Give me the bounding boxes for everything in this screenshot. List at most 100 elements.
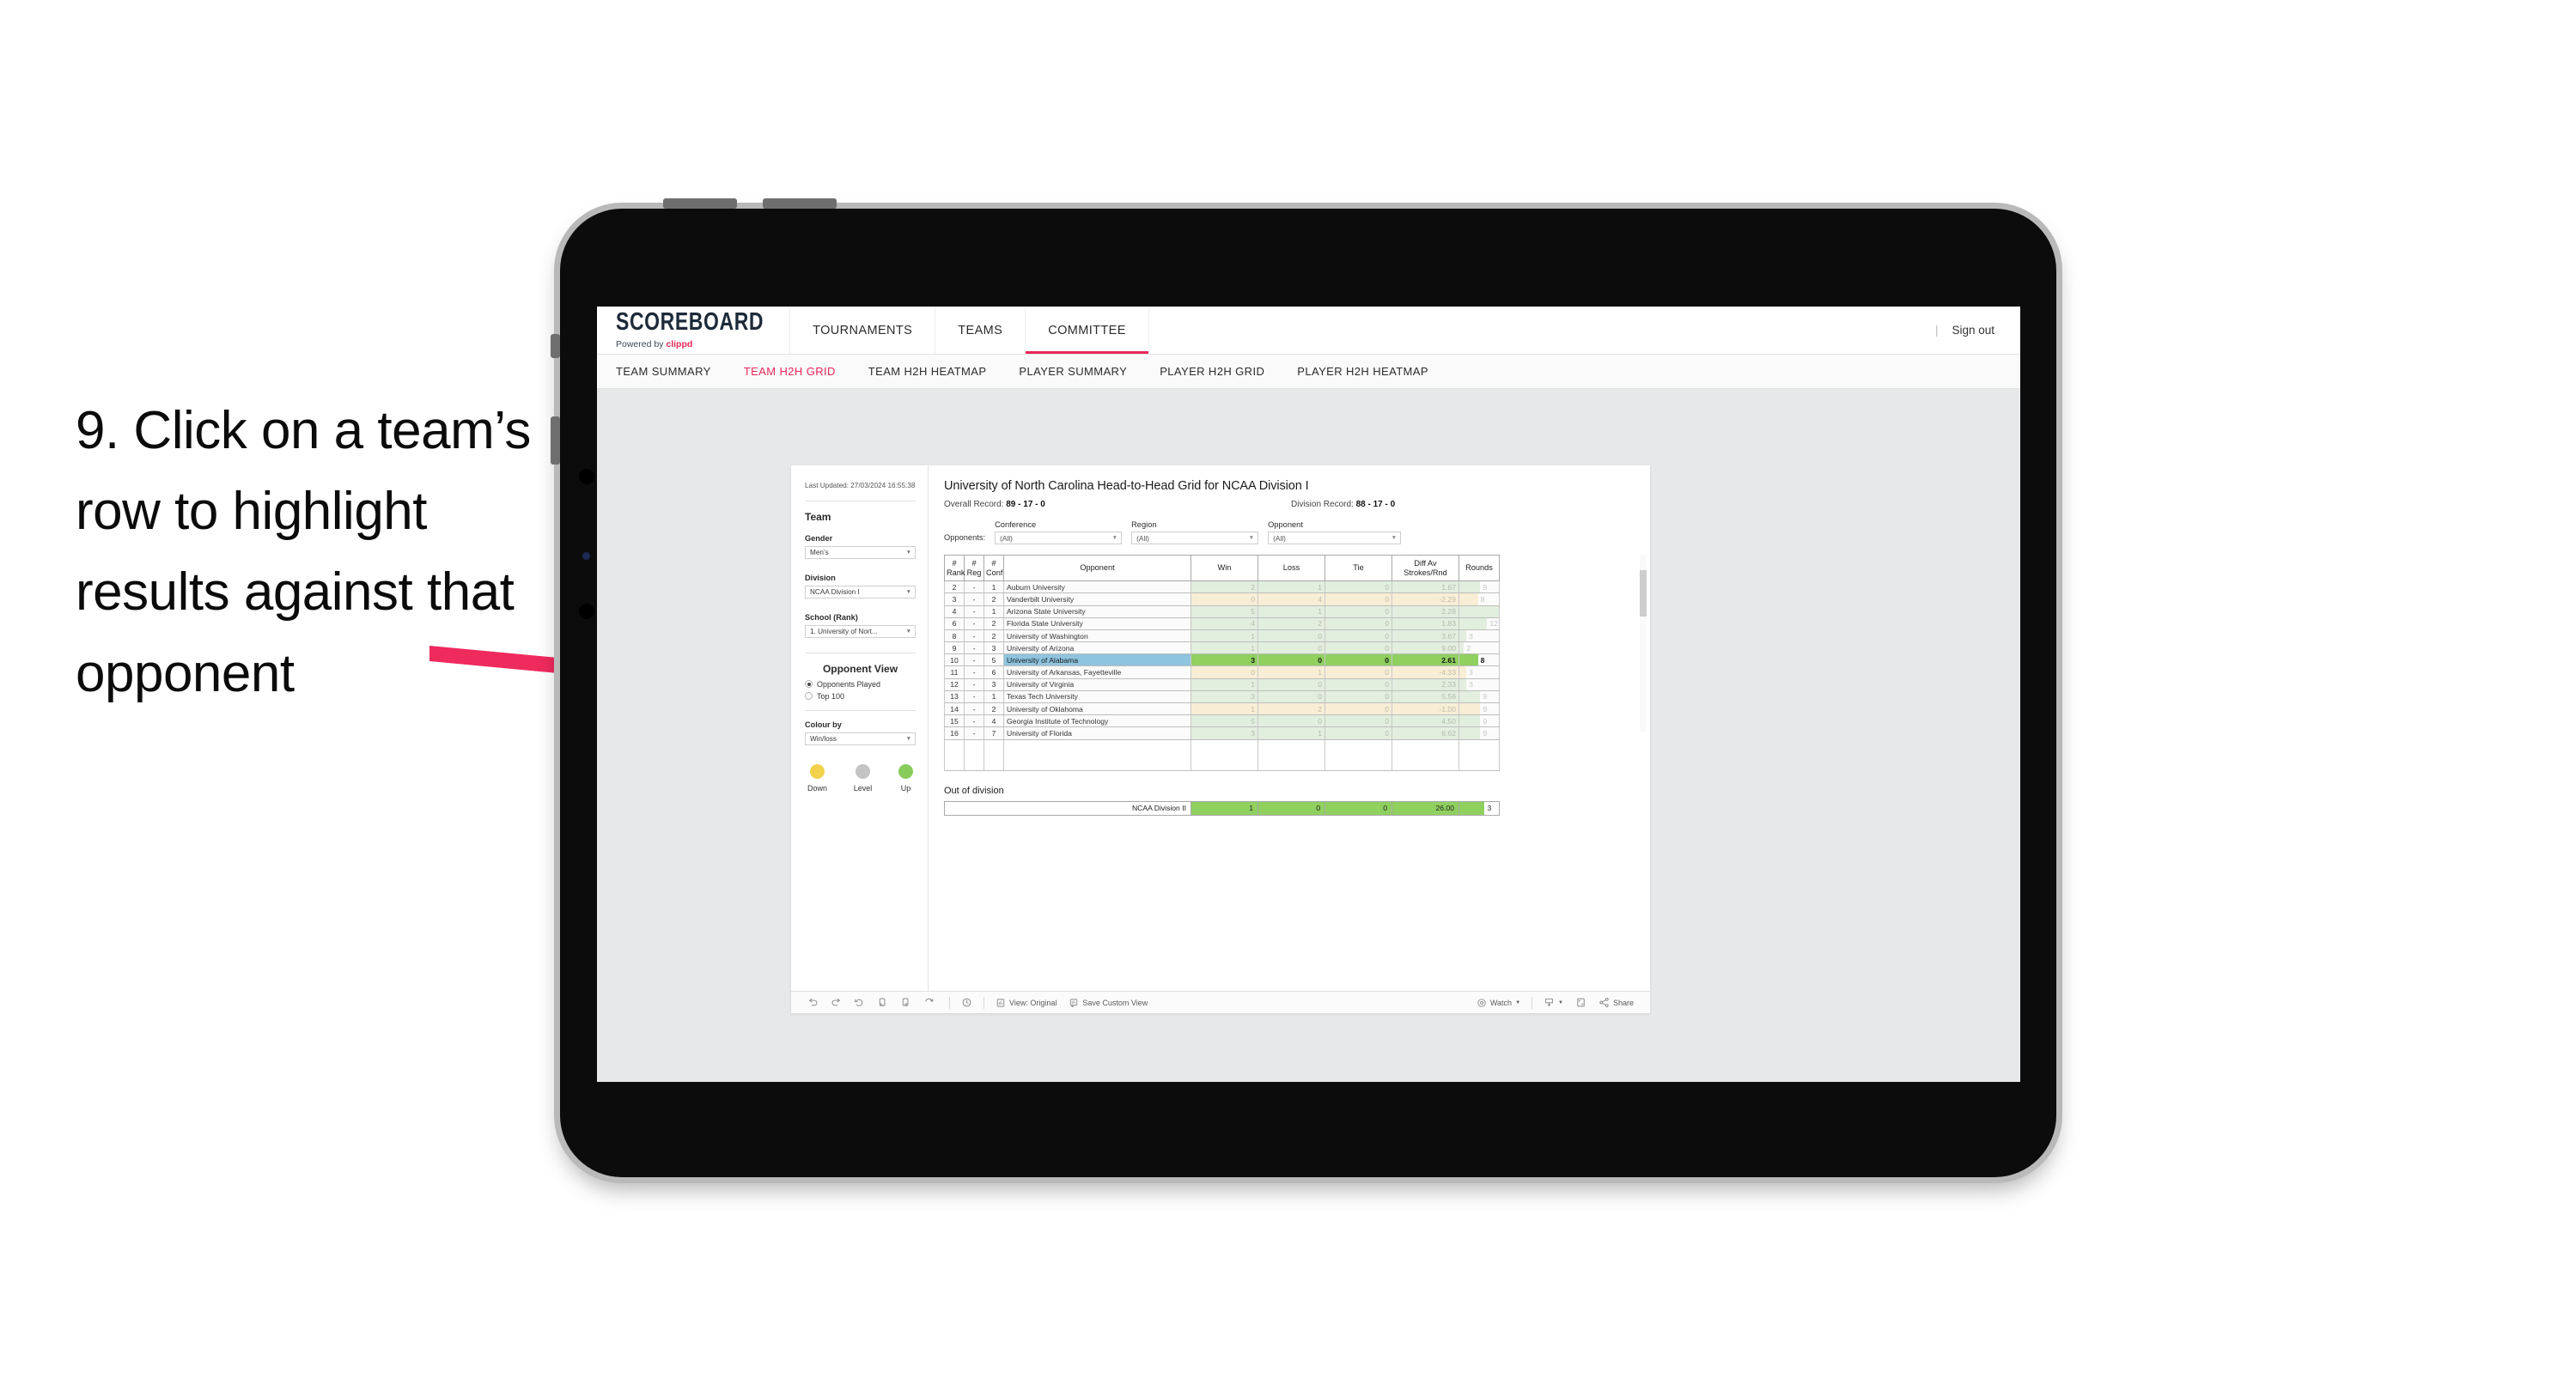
refresh-data-icon[interactable] <box>917 997 944 1008</box>
legend-label-level: Level <box>853 783 873 793</box>
table-row[interactable]: 12-3 University of Virginia 1 0 0 2.33 3 <box>944 677 1500 691</box>
cell-tie: 0 <box>1325 665 1392 679</box>
table-row[interactable]: 11-6 University of Arkansas, Fayetteville… <box>944 665 1500 679</box>
tab-player-h2h-grid[interactable]: PLAYER H2H GRID <box>1160 365 1264 378</box>
camera-lens-top <box>579 469 594 484</box>
cell-reg: - <box>964 641 984 655</box>
cell-reg: - <box>964 665 984 679</box>
rounds-value: 2 <box>1466 643 1471 653</box>
cell-rank: 8 <box>944 629 965 643</box>
tab-team-h2h-heatmap[interactable]: TEAM H2H HEATMAP <box>868 365 987 378</box>
chevron-down-icon: ▼ <box>905 549 911 556</box>
table-row[interactable]: 10-5 University of Alabama 3 0 0 2.61 8 <box>944 653 1500 667</box>
radio-top-100[interactable]: Top 100 <box>805 692 916 701</box>
colour-by-select[interactable]: Win/loss ▼ <box>805 732 916 745</box>
table-row[interactable]: 6-2 Florida State University 4 2 0 1.83 12 <box>944 617 1500 630</box>
brand-title: SCOREBOARD <box>616 307 764 335</box>
division-select[interactable]: NCAA Division I ▼ <box>805 585 916 598</box>
spacer-cell <box>1392 738 1459 771</box>
table-row[interactable]: 3-2 Vanderbilt University 0 4 0 -2.29 8 <box>944 592 1500 606</box>
tab-team-h2h-grid[interactable]: TEAM H2H GRID <box>744 365 836 378</box>
camera-lens-bottom <box>579 604 594 619</box>
cell-reg: - <box>964 653 984 667</box>
rounds-bar <box>1459 703 1481 714</box>
tab-team-summary[interactable]: TEAM SUMMARY <box>616 365 711 378</box>
table-row[interactable]: 15-4 Georgia Institute of Technology 5 0 0 4.… <box>944 714 1500 728</box>
share-button[interactable]: Share <box>1592 997 1640 1008</box>
region-filter-label: Region <box>1131 520 1157 529</box>
ood-rounds-value: 3 <box>1487 804 1492 813</box>
legend-dot-down <box>810 763 825 779</box>
table-row[interactable]: 4-1Arizona State University5102.2817 <box>944 604 1500 618</box>
nav-tournaments[interactable]: TOURNAMENTS <box>790 307 936 354</box>
column-header-tie[interactable]: Tie <box>1325 554 1392 582</box>
dashboard-canvas: Last Updated: 27/03/2024 16:55:38 Team G… <box>597 389 2020 1082</box>
watch-button[interactable]: Watch ▼ <box>1471 998 1526 1008</box>
opponent-filter-select[interactable]: (All) ▼ <box>1268 532 1402 544</box>
viz-toolbar: View: Original Save Custom View Watch ▼ ▼… <box>791 991 1650 1013</box>
fullscreen-button[interactable] <box>1569 997 1592 1008</box>
undo-icon[interactable] <box>801 997 825 1008</box>
rounds-bar <box>1459 715 1481 726</box>
nav-teams[interactable]: TEAMS <box>935 307 1026 354</box>
refresh-icon[interactable] <box>871 997 894 1008</box>
conference-filter: Conference (All) ▼ <box>995 520 1123 544</box>
radio-opponents-played[interactable]: Opponents Played <box>805 680 916 689</box>
column-header-win[interactable]: Win <box>1191 554 1258 582</box>
download-button[interactable]: ▼ <box>1538 997 1569 1008</box>
cell-rounds: 8 <box>1459 653 1500 667</box>
division-record: Division Record: 88 - 17 - 0 <box>1291 500 1638 509</box>
opponent-view-heading: Opponent View <box>822 662 898 675</box>
cell-conf: 6 <box>984 665 1004 679</box>
save-custom-view-button[interactable]: Save Custom View <box>1063 998 1154 1008</box>
nav-committee[interactable]: COMMITTEE <box>1026 307 1149 354</box>
pause-icon[interactable] <box>894 997 917 1008</box>
table-row[interactable]: 14-2 University of Oklahoma 1 2 0 -1.00 9 <box>944 702 1500 716</box>
cell-conf: 2 <box>984 592 1004 606</box>
legend-dot-up <box>898 763 913 779</box>
table-scrollbar[interactable] <box>1640 555 1647 732</box>
region-filter-select[interactable]: (All) ▼ <box>1131 532 1259 544</box>
cell-diff: 6.62 <box>1392 726 1459 740</box>
view-original-button[interactable]: View: Original <box>990 998 1063 1008</box>
table-row[interactable]: 9-3 University of Arizona 1 0 0 9.00 2 <box>944 641 1500 655</box>
column-header-conf[interactable]: # Conf <box>984 554 1004 582</box>
tab-player-summary[interactable]: PLAYER SUMMARY <box>1019 365 1127 378</box>
redo-icon[interactable] <box>825 997 848 1008</box>
gender-select[interactable]: Men’s ▼ <box>805 545 916 559</box>
share-label: Share <box>1612 998 1634 1007</box>
conference-filter-label: Conference <box>995 520 1037 529</box>
table-row[interactable]: 13-1 Texas Tech University 3 0 0 5.56 9 <box>944 689 1500 704</box>
legend-up: Up <box>898 763 913 793</box>
column-header-loss[interactable]: Loss <box>1258 554 1325 582</box>
column-header-opponent[interactable]: Opponent <box>1003 554 1191 582</box>
column-header-rounds[interactable]: Rounds <box>1459 554 1500 582</box>
legend-down: Down <box>807 763 827 793</box>
rounds-value: 3 <box>1469 680 1473 689</box>
tab-player-h2h-heatmap[interactable]: PLAYER H2H HEATMAP <box>1297 365 1428 378</box>
table-row[interactable]: NCAA Division II 1 0 0 26.00 3 <box>944 800 1500 816</box>
last-updated-text: Last Updated: 27/03/2024 16:55:38 <box>805 482 916 489</box>
table-row[interactable]: 16-7 University of Florida 3 1 0 6.62 9 <box>944 726 1500 740</box>
column-header-rank[interactable]: # Rank <box>944 554 965 582</box>
sign-out-link[interactable]: Sign out <box>1952 324 1994 337</box>
cell-diff: -2.29 <box>1392 592 1459 606</box>
rounds-value: 8 <box>1480 594 1485 604</box>
column-header-reg[interactable]: # Reg <box>964 554 984 582</box>
cell-diff: 2.33 <box>1392 677 1459 691</box>
pause-auto-updates-icon[interactable] <box>955 997 978 1008</box>
revert-icon[interactable] <box>848 997 871 1008</box>
grid-pane: University of North Carolina Head-to-Hea… <box>929 465 1650 991</box>
table-row[interactable]: 2-1 Auburn University 2 1 0 1.67 9 <box>944 580 1500 594</box>
chevron-down-icon: ▼ <box>905 628 911 635</box>
cell-diff: 1.67 <box>1392 580 1459 594</box>
gender-label: Gender <box>805 533 833 543</box>
table-scrollbar-thumb[interactable] <box>1640 570 1647 617</box>
conference-filter-select[interactable]: (All) ▼ <box>995 532 1123 544</box>
table-row[interactable]: 8-2 University of Washington 1 0 0 3.67 3 <box>944 629 1500 643</box>
header-divider: | <box>1934 324 1939 337</box>
sub-navigation: TEAM SUMMARY TEAM H2H GRID TEAM H2H HEAT… <box>597 355 2020 389</box>
ood-label: NCAA Division II <box>944 800 1191 816</box>
school-select[interactable]: 1. University of Nort... ▼ <box>805 624 916 638</box>
column-header-diff-av-strokes-rnd[interactable]: Diff Av Strokes/Rnd <box>1392 554 1459 582</box>
